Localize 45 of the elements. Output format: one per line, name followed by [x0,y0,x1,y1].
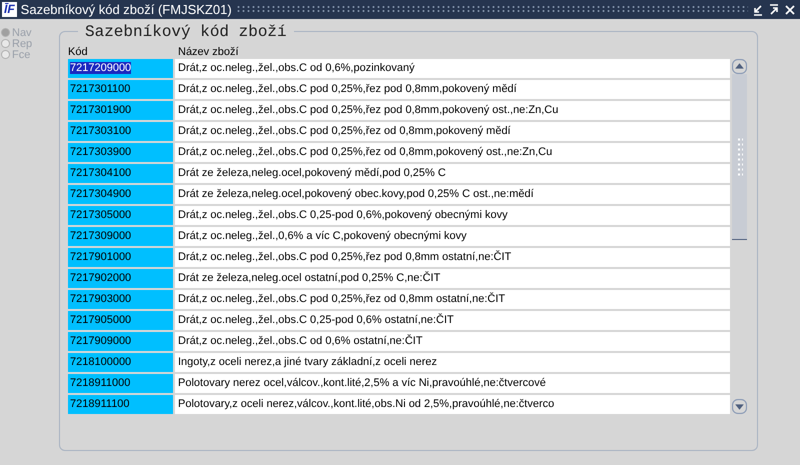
name-field[interactable]: Polotovary,z oceli nerez,válcov.,kont.lité,obs.Ni od 2,5%,pravoúhlé,ne:čtverco [175,395,730,414]
code-field[interactable]: 7218911100 [68,395,173,414]
name-field[interactable]: Drát,z oc.neleg.,žel.,obs.C pod 0,25%,řez pod 0,8mm,pokovený ost.,ne:Zn,Cu [175,101,730,120]
code-field[interactable]: 7217909000 [68,332,173,351]
code-field[interactable]: 7217303900 [68,143,173,162]
name-field[interactable]: Ingoty,z oceli nerez,a jiné tvary základní,z oceli nerez [175,353,730,372]
close-icon[interactable] [784,4,796,16]
column-header: Kód [68,46,89,59]
scroll-up-icon[interactable] [732,59,747,74]
code-field[interactable]: 7217301100 [68,80,173,99]
app-logo: ĪF [2,2,17,17]
window-title: Sazebníkový kód zboží (FMJSKZ01) [20,2,232,17]
name-field[interactable]: Drát ze železa,neleg.ocel ostatní,pod 0,25% C,ne:ČIT [175,269,730,288]
code-field[interactable]: 7218100000 [68,353,173,372]
code-field[interactable]: 7217304900 [68,185,173,204]
name-field[interactable]: Drát,z oc.neleg.,žel.,obs.C pod 0,25%,řez od 0,8mm,pokovený mědí [175,122,730,141]
maximize-icon[interactable] [768,4,780,16]
code-field[interactable]: 7217905000 [68,311,173,330]
name-field[interactable]: Drát,z oc.neleg.,žel.,obs.C 0,25-pod 0,6% ostatní,ne:ČIT [175,311,730,330]
name-field[interactable]: Drát,z oc.neleg.,žel.,obs.C od 0,6% ostatní,ne:ČIT [175,332,730,351]
code-field[interactable]: 7217901000 [68,248,173,267]
code-field[interactable]: 7217209000 [68,59,173,78]
code-field[interactable]: 7217303100 [68,122,173,141]
code-field[interactable]: 7218911000 [68,374,173,393]
code-field[interactable]: 7217902000 [68,269,173,288]
code-field[interactable]: 7217309000 [68,227,173,246]
column-header: Název zboží [178,46,239,59]
name-field[interactable]: Drát,z oc.neleg.,žel.,obs.C 0,25-pod 0,6%,pokovený obecnými kovy [175,206,730,225]
frame-title: Sazebníkový kód zboží [78,23,294,41]
name-field[interactable]: Drát ze železa,neleg.ocel,pokovený mědí,pod 0,25% C [175,164,730,183]
minimize-icon[interactable] [752,4,764,16]
scrollbar[interactable] [732,59,747,414]
name-field[interactable]: Drát,z oc.neleg.,žel.,obs.C pod 0,25%,řez pod 0,8mm,pokovený mědí [175,80,730,99]
name-field[interactable]: Drát,z oc.neleg.,žel.,obs.C od 0,6%,pozinkovaný [175,59,730,78]
code-field[interactable]: 7217305000 [68,206,173,225]
code-field[interactable]: 7217301900 [68,101,173,120]
scroll-down-icon[interactable] [732,399,747,414]
name-field[interactable]: Drát,z oc.neleg.,žel.,obs.C pod 0,25%,řez od 0,8mm,pokovený ost.,ne:Zn,Cu [175,143,730,162]
name-field[interactable]: Drát,z oc.neleg.,žel.,0,6% a víc C,pokovený obecnými kovy [175,227,730,246]
code-field[interactable]: 7217903000 [68,290,173,309]
name-field[interactable]: Polotovary nerez ocel,válcov.,kont.lité,2,5% a víc Ni,pravoúhlé,ne:čtvercové [175,374,730,393]
name-field[interactable]: Drát,z oc.neleg.,žel.,obs.C pod 0,25%,řez od 0,8mm ostatní,ne:ČIT [175,290,730,309]
code-field[interactable]: 7217304100 [68,164,173,183]
name-field[interactable]: Drát,z oc.neleg.,žel.,obs.C pod 0,25%,řez pod 0,8mm ostatní,ne:ČIT [175,248,730,267]
name-field[interactable]: Drát ze železa,neleg.ocel,pokovený obec.kovy,pod 0,25% C ost.,ne:mědí [175,185,730,204]
